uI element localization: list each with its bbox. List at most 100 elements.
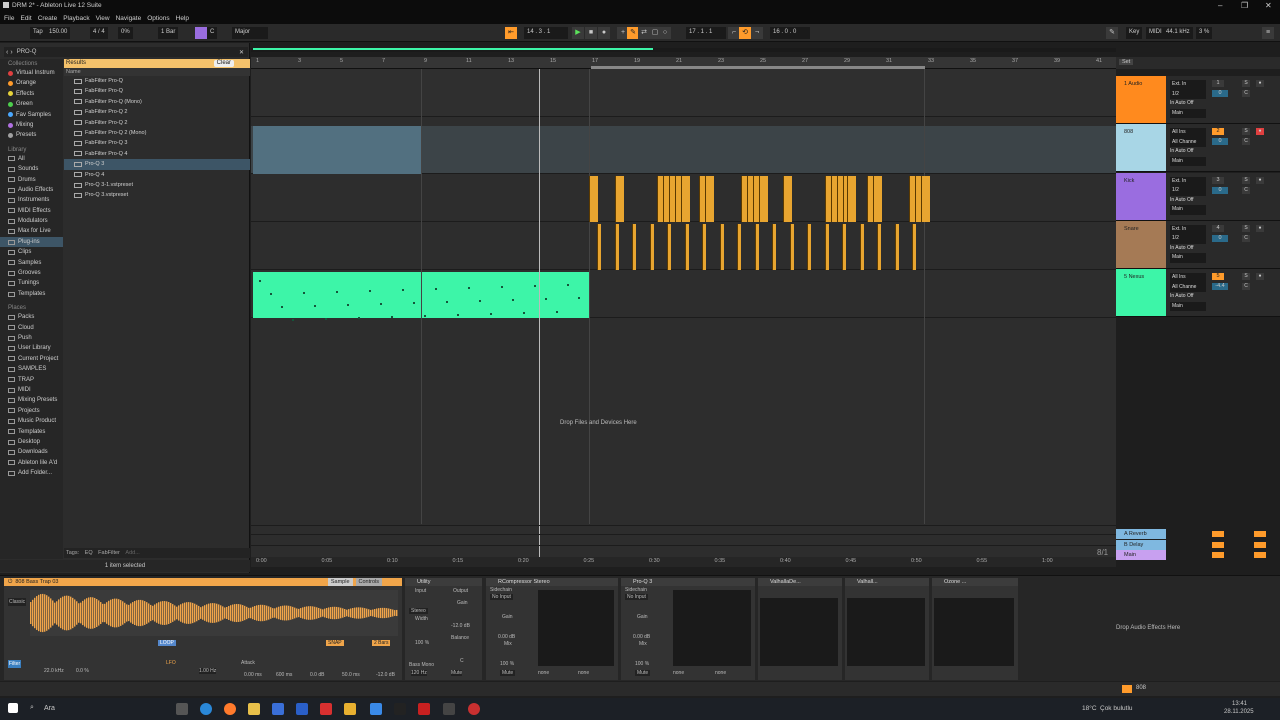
return-track[interactable]: Main xyxy=(1116,550,1280,560)
lane-nexus[interactable] xyxy=(251,270,1116,318)
places-item[interactable]: User Library xyxy=(0,343,63,353)
menu-icon[interactable]: ≡ xyxy=(1262,27,1274,39)
search-icon[interactable]: ⌕ xyxy=(30,704,34,712)
task-view-icon[interactable] xyxy=(176,703,188,715)
solo-button[interactable]: S xyxy=(1242,273,1250,281)
track-header[interactable]: Snare Ext. In 1/2 In Auto Off Main 4 S ● 0 C xyxy=(1116,220,1280,269)
input-type-select[interactable]: All Ins xyxy=(1170,128,1206,138)
tag-add[interactable]: Add... xyxy=(125,550,139,556)
track-activator[interactable]: 1 xyxy=(1212,80,1224,87)
return-name[interactable]: A Reverb xyxy=(1116,529,1166,539)
snare-clip[interactable] xyxy=(614,224,619,270)
return-post-button[interactable] xyxy=(1254,531,1266,537)
snare-clip[interactable] xyxy=(754,224,759,270)
kick-clip[interactable] xyxy=(759,176,768,222)
arm-button[interactable]: ● xyxy=(1256,224,1264,232)
track-name[interactable]: 5 Nexus xyxy=(1116,269,1166,317)
input-channel-select[interactable]: 1/2 xyxy=(1170,234,1206,244)
places-item[interactable]: Push xyxy=(0,333,63,343)
library-item[interactable]: Tunings xyxy=(0,278,63,288)
freq-value[interactable]: 22.0 kHz xyxy=(44,668,64,674)
result-item[interactable]: Pro-Q 3 xyxy=(64,159,250,170)
arm-button[interactable]: ● xyxy=(1256,273,1264,281)
output-select[interactable]: Main xyxy=(1170,156,1206,167)
library-item[interactable]: Sounds xyxy=(0,164,63,174)
places-item[interactable]: Music Product xyxy=(0,416,63,426)
solo-button[interactable]: S xyxy=(1242,224,1250,232)
lane-audio[interactable] xyxy=(251,69,1116,117)
pan-field[interactable]: C xyxy=(1242,234,1250,242)
kick-clip[interactable] xyxy=(681,176,690,222)
scale-select[interactable]: Major xyxy=(232,27,268,39)
volume-field[interactable]: 0 xyxy=(1212,138,1228,146)
tempo-field[interactable]: 150.00 xyxy=(46,27,71,39)
menu-navigate[interactable]: Navigate xyxy=(116,15,142,22)
input-channel-select[interactable]: 1/2 xyxy=(1170,186,1206,196)
volume-field[interactable]: 0 xyxy=(1212,234,1228,242)
lfo-rate[interactable]: 1.00 Hz xyxy=(199,668,217,674)
loop-brace[interactable] xyxy=(591,66,925,69)
input-type-select[interactable]: Ext. In xyxy=(1170,176,1206,187)
menu-view[interactable]: View xyxy=(96,15,110,22)
app-icon-red-2[interactable] xyxy=(418,703,430,715)
back-icon[interactable]: ‹ xyxy=(6,49,8,56)
loop-length-display[interactable]: 16 . 0 . 0 xyxy=(770,27,810,39)
pan-field[interactable]: C xyxy=(1242,138,1250,146)
arm-button[interactable]: ● xyxy=(1256,128,1264,136)
library-item[interactable]: Grooves xyxy=(0,268,63,278)
proq-sidechain-input[interactable]: No Input xyxy=(625,594,648,600)
comp-sidechain-input[interactable]: No Input xyxy=(490,594,513,600)
return-post-button[interactable] xyxy=(1254,541,1266,548)
release-value[interactable]: 50.0 ms xyxy=(342,672,360,678)
output-select[interactable]: Main xyxy=(1170,253,1206,263)
return-activator[interactable] xyxy=(1212,541,1224,548)
snare-clip[interactable] xyxy=(772,224,776,270)
minimize-icon[interactable]: – xyxy=(1218,1,1222,10)
result-item[interactable]: FabFilter Pro-Q (Mono) xyxy=(64,97,250,107)
draw-mode-icon[interactable]: ✎ xyxy=(1106,27,1118,39)
record-icon[interactable]: ● xyxy=(598,27,610,39)
signature-field[interactable]: 4 / 4 xyxy=(90,27,108,39)
kick-clip[interactable] xyxy=(873,176,882,222)
taskbar-search[interactable]: Ara xyxy=(44,705,55,712)
result-item[interactable]: Pro-Q 3-1.vstpreset xyxy=(64,180,250,190)
app-icon-dark[interactable] xyxy=(394,703,406,715)
lfo-label[interactable]: LFO xyxy=(166,660,176,666)
places-item[interactable]: Cloud xyxy=(0,323,63,333)
result-item[interactable]: FabFilter Pro-Q 2 (Mono) xyxy=(64,128,250,138)
utility-width-value[interactable]: 100 % xyxy=(415,640,429,646)
places-item[interactable]: TRAP xyxy=(0,375,63,385)
track-header[interactable]: 808 All Ins All Channe In Auto Off Main 2 S ● 0 C xyxy=(1116,124,1280,173)
input-channel-select[interactable]: All Channe xyxy=(1170,282,1206,293)
places-item[interactable]: Projects xyxy=(0,406,63,416)
result-item[interactable]: FabFilter Pro-Q 4 xyxy=(64,149,250,159)
kick-clip[interactable] xyxy=(589,176,598,222)
set-button[interactable]: Set xyxy=(1119,59,1134,65)
clip-808-selected[interactable] xyxy=(253,126,421,174)
time-ruler[interactable]: 0:00 0:05 0:10 0:15 0:20 0:25 0:30 0:35 0:40 0:45… xyxy=(251,557,1116,567)
pan-field[interactable]: C xyxy=(1242,90,1250,97)
valhalla-delay-screen[interactable] xyxy=(760,598,838,666)
beat-ruler[interactable]: 1 3 5 7 9 11 13 15 17 19 21 23 25 27 29 31 33 35 37 39 41 xyxy=(251,57,1116,69)
res-value[interactable]: 0.0 % xyxy=(76,668,89,674)
track-selector-icon[interactable] xyxy=(1122,685,1132,693)
return-post-button[interactable] xyxy=(1254,552,1266,558)
volume-field[interactable]: 0 xyxy=(1212,90,1228,97)
stop-icon[interactable]: ■ xyxy=(585,27,597,39)
output-select[interactable]: Main xyxy=(1170,205,1206,215)
solo-button[interactable]: S xyxy=(1242,128,1250,136)
places-item[interactable]: Packs xyxy=(0,312,63,322)
snare-clip[interactable] xyxy=(702,224,706,270)
result-item[interactable]: FabFilter Pro-Q 3 xyxy=(64,138,250,148)
arrangement-view[interactable] xyxy=(251,57,1116,562)
places-item[interactable]: MIDI xyxy=(0,385,63,395)
kick-clip[interactable] xyxy=(705,176,714,222)
loop-toggle[interactable]: LOOP xyxy=(158,640,176,646)
comp-gain-value[interactable]: 0.00 dB xyxy=(498,634,515,640)
clear-search-icon[interactable]: ✕ xyxy=(239,49,244,56)
result-item[interactable]: FabFilter Pro-Q xyxy=(64,76,250,86)
punch-out-icon[interactable]: ¬ xyxy=(751,27,763,39)
pan-field[interactable]: C xyxy=(1242,283,1250,291)
comp-mix-value[interactable]: 100 % xyxy=(500,661,514,667)
track-name[interactable]: 1 Audio xyxy=(1116,76,1166,123)
